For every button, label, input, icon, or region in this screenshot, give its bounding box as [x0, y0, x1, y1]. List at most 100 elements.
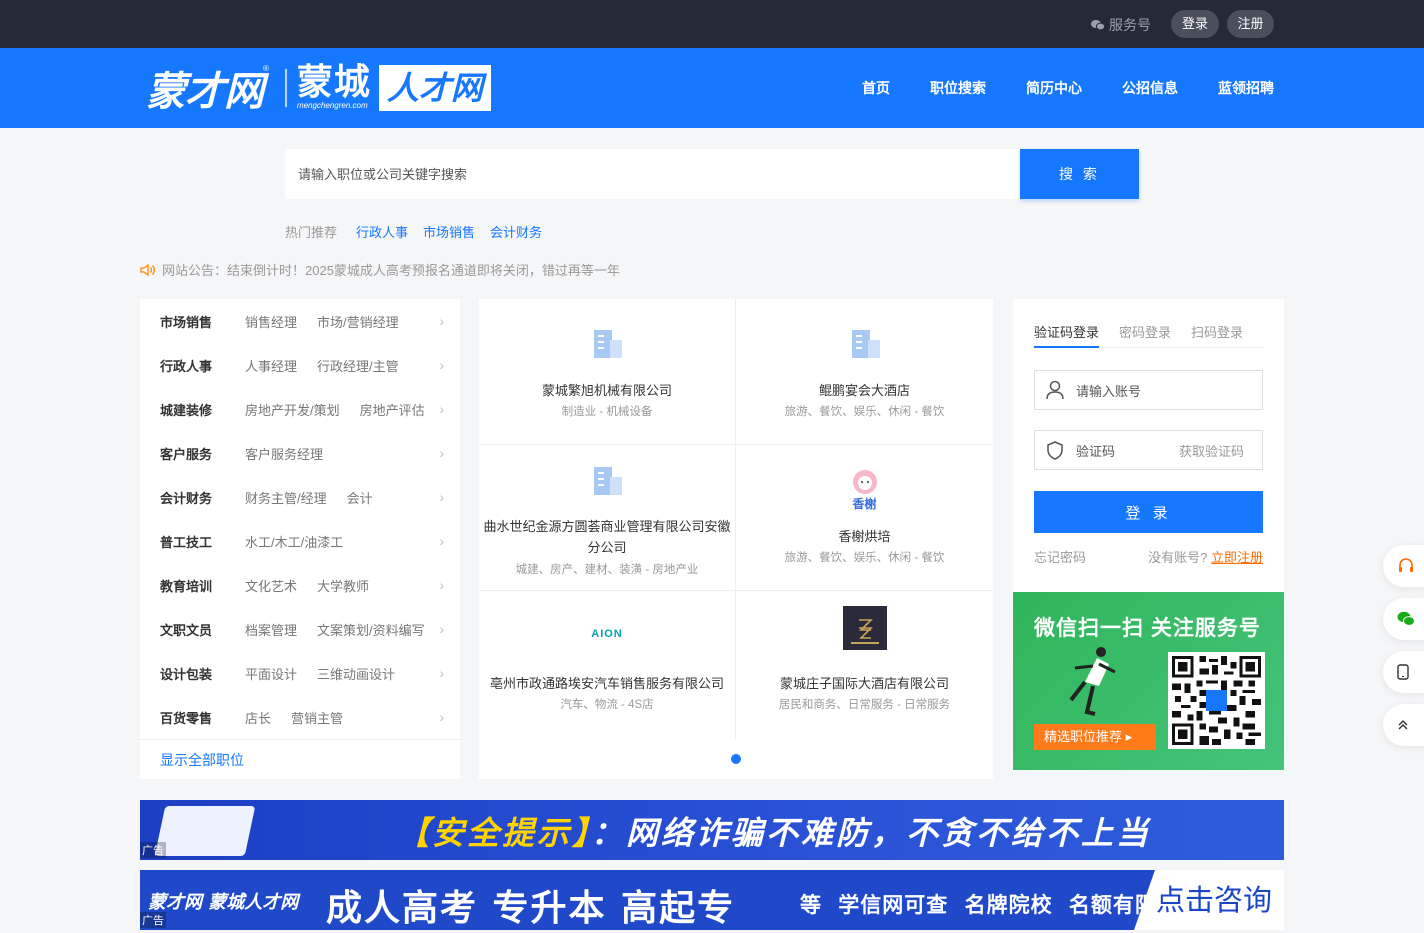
ad-banner-education[interactable]: 蒙才网 蒙城人才网 成人高考 专升本 高起专 等 学信网可查 名牌院校 名额有限… — [140, 870, 1284, 930]
account-field[interactable]: 请输入账号 — [1034, 370, 1263, 410]
site-notice[interactable]: 网站公告：结束倒计时！2025蒙城成人高考预报名通道即将关闭，错过再等一年 — [140, 260, 620, 279]
category-row[interactable]: 会计财务 财务主管/经理 会计 › — [140, 475, 460, 519]
featured-companies: 蒙城繁旭机械有限公司 制造业 - 机械设备 鲲鹏宴会大酒店 旅游、餐饮、娱乐、休… — [479, 299, 993, 779]
category-sub[interactable]: 客户服务经理 — [245, 444, 323, 463]
chevron-right-icon: › — [439, 401, 444, 417]
company-card[interactable]: 曲水世纪金源方圆荟商业管理有限公司安徽分公司 城建、房产、建材、装潢 - 房地产… — [479, 445, 736, 591]
logo-talent: 人才网 — [378, 65, 491, 111]
service-account-link[interactable]: 服务号 — [1091, 15, 1151, 35]
category-sub[interactable]: 大学教师 — [317, 576, 369, 595]
tab-qr-login[interactable]: 扫码登录 — [1191, 322, 1243, 347]
category-sub[interactable]: 行政经理/主管 — [317, 356, 399, 375]
ad-banner-safety[interactable]: 【安全提示】：网络诈骗不难防，不贪不给不上当 广告 — [140, 800, 1284, 860]
nav-job-search[interactable]: 职位搜索 — [930, 78, 986, 98]
mobile-icon[interactable] — [1383, 651, 1424, 693]
hot-label: 热门推荐 — [285, 225, 338, 240]
category-row[interactable]: 行政人事 人事经理 行政经理/主管 › — [140, 343, 460, 387]
back-to-top-icon[interactable] — [1383, 704, 1424, 746]
company-card[interactable]: 香榭 香榭烘培 旅游、餐饮、娱乐、休闲 - 餐饮 — [736, 445, 993, 591]
company-card[interactable]: 蒙城繁旭机械有限公司 制造业 - 机械设备 — [479, 299, 736, 445]
show-all-jobs-link[interactable]: 显示全部职位 — [140, 739, 460, 779]
company-industry: 旅游、餐饮、娱乐、休闲 - 餐饮 — [784, 552, 945, 564]
get-code-button[interactable]: 获取验证码 — [1179, 441, 1244, 460]
search-button[interactable]: 搜 索 — [1020, 149, 1139, 199]
login-footer: 忘记密码 没有账号? 立即注册 — [1034, 547, 1263, 566]
category-sub[interactable]: 档案管理 — [245, 620, 297, 639]
forgot-password-link[interactable]: 忘记密码 — [1034, 547, 1086, 566]
building-icon — [594, 330, 622, 358]
category-sub[interactable]: 平面设计 — [245, 664, 297, 683]
category-row[interactable]: 城建装修 房地产开发/策划 房地产评估 › — [140, 387, 460, 431]
category-sub[interactable]: 店长 — [245, 708, 271, 727]
code-placeholder: 验证码 — [1076, 443, 1116, 459]
code-field[interactable]: 验证码 获取验证码 — [1034, 430, 1263, 470]
category-sub[interactable]: 三维动画设计 — [317, 664, 395, 683]
category-sub[interactable]: 房地产评估 — [360, 400, 425, 419]
search-input[interactable] — [285, 149, 1020, 199]
chevron-right-icon: › — [439, 709, 444, 725]
running-man-illustration — [1069, 647, 1116, 716]
headset-icon[interactable] — [1383, 545, 1424, 587]
category-sub[interactable]: 财务主管/经理 — [245, 488, 327, 507]
category-sub[interactable]: 水工/木工/油漆工 — [245, 532, 343, 551]
category-title: 城建装修 — [160, 402, 213, 418]
category-sub[interactable]: 房地产开发/策划 — [245, 400, 340, 419]
wechat-promo[interactable]: 微信扫一扫 关注服务号 精选职位推荐 ▸ — [1013, 592, 1284, 770]
category-sub[interactable]: 市场/营销经理 — [317, 312, 399, 331]
category-row[interactable]: 设计包装 平面设计 三维动画设计 › — [140, 651, 460, 695]
hot-keywords: 热门推荐 行政人事 市场销售 会计财务 — [285, 222, 542, 241]
category-sub[interactable]: 文案策划/资料编写 — [317, 620, 425, 639]
login-submit-button[interactable]: 登 录 — [1034, 491, 1263, 533]
wechat-icon[interactable] — [1383, 598, 1424, 640]
bakery-logo: 香榭 — [839, 469, 891, 515]
tab-sms-login[interactable]: 验证码登录 — [1034, 322, 1100, 348]
login-tabs: 验证码登录 密码登录 扫码登录 — [1034, 322, 1263, 348]
tab-password-login[interactable]: 密码登录 — [1119, 322, 1171, 347]
chevron-right-icon: › — [439, 533, 444, 549]
nav-blue-collar[interactable]: 蓝领招聘 — [1218, 78, 1274, 98]
category-row[interactable]: 市场销售 销售经理 市场/营销经理 › — [140, 299, 460, 343]
nav-resume-center[interactable]: 简历中心 — [1026, 78, 1082, 98]
wechat-icon — [1091, 20, 1105, 31]
company-card[interactable]: 鲲鹏宴会大酒店 旅游、餐饮、娱乐、休闲 - 餐饮 — [736, 299, 993, 445]
nav-home[interactable]: 首页 — [862, 78, 890, 98]
ad2-sub: 等 学信网可查 名牌院校 名额有限 — [800, 893, 1157, 917]
side-toolbar — [1383, 545, 1424, 757]
logo-main: 蒙才网 — [146, 69, 264, 115]
login-button[interactable]: 登录 — [1171, 10, 1219, 38]
site-logo[interactable]: 蒙才网 ® 蒙城 mengchengren.com 人才网 — [146, 60, 491, 116]
chevron-right-icon: › — [439, 357, 444, 373]
register-button[interactable]: 注册 — [1227, 10, 1274, 38]
category-row[interactable]: 文职文员 档案管理 文案策划/资料编写 › — [140, 607, 460, 651]
building-icon — [594, 467, 622, 495]
featured-jobs-label: 精选职位推荐 — [1044, 729, 1123, 744]
category-row[interactable]: 普工技工 水工/木工/油漆工 › — [140, 519, 460, 563]
consult-button[interactable]: 点击咨询 — [1134, 870, 1284, 930]
ad1-title: 【安全提示】 — [397, 814, 592, 852]
category-sub[interactable]: 营销主管 — [291, 708, 343, 727]
company-card[interactable]: 蒙城庄子国际大酒店有限公司 居民和商务、日常服务 - 日常服务 — [736, 591, 993, 739]
register-now-link[interactable]: 立即注册 — [1211, 550, 1263, 565]
registered-mark: ® — [263, 64, 269, 73]
category-row[interactable]: 教育培训 文化艺术 大学教师 › — [140, 563, 460, 607]
main-nav: 首页 职位搜索 简历中心 公招信息 蓝领招聘 — [822, 48, 1274, 128]
category-sub[interactable]: 会计 — [347, 488, 373, 507]
category-sub[interactable]: 销售经理 — [245, 312, 297, 331]
category-row[interactable]: 客户服务 客户服务经理 › — [140, 431, 460, 475]
nav-public-recruit[interactable]: 公招信息 — [1122, 78, 1178, 98]
featured-jobs-button[interactable]: 精选职位推荐 ▸ — [1034, 724, 1156, 750]
aion-logo: AION — [591, 628, 623, 640]
chevron-right-icon: › — [439, 577, 444, 593]
category-title: 教育培训 — [160, 578, 213, 594]
category-sub[interactable]: 人事经理 — [245, 356, 297, 375]
company-card[interactable]: AION 亳州市政通路埃安汽车销售服务有限公司 汽车、物流 - 4S店 — [479, 591, 736, 739]
hot-keyword[interactable]: 市场销售 — [423, 222, 475, 241]
category-sub[interactable]: 文化艺术 — [245, 576, 297, 595]
hot-keyword[interactable]: 会计财务 — [490, 222, 542, 241]
chevron-right-icon: › — [439, 489, 444, 505]
wechat-title: 微信扫一扫 关注服务号 — [1034, 617, 1261, 640]
carousel-dot[interactable] — [731, 754, 741, 764]
category-row[interactable]: 百货零售 店长 营销主管 › — [140, 695, 460, 739]
category-title: 行政人事 — [160, 358, 213, 374]
hot-keyword[interactable]: 行政人事 — [356, 222, 408, 241]
